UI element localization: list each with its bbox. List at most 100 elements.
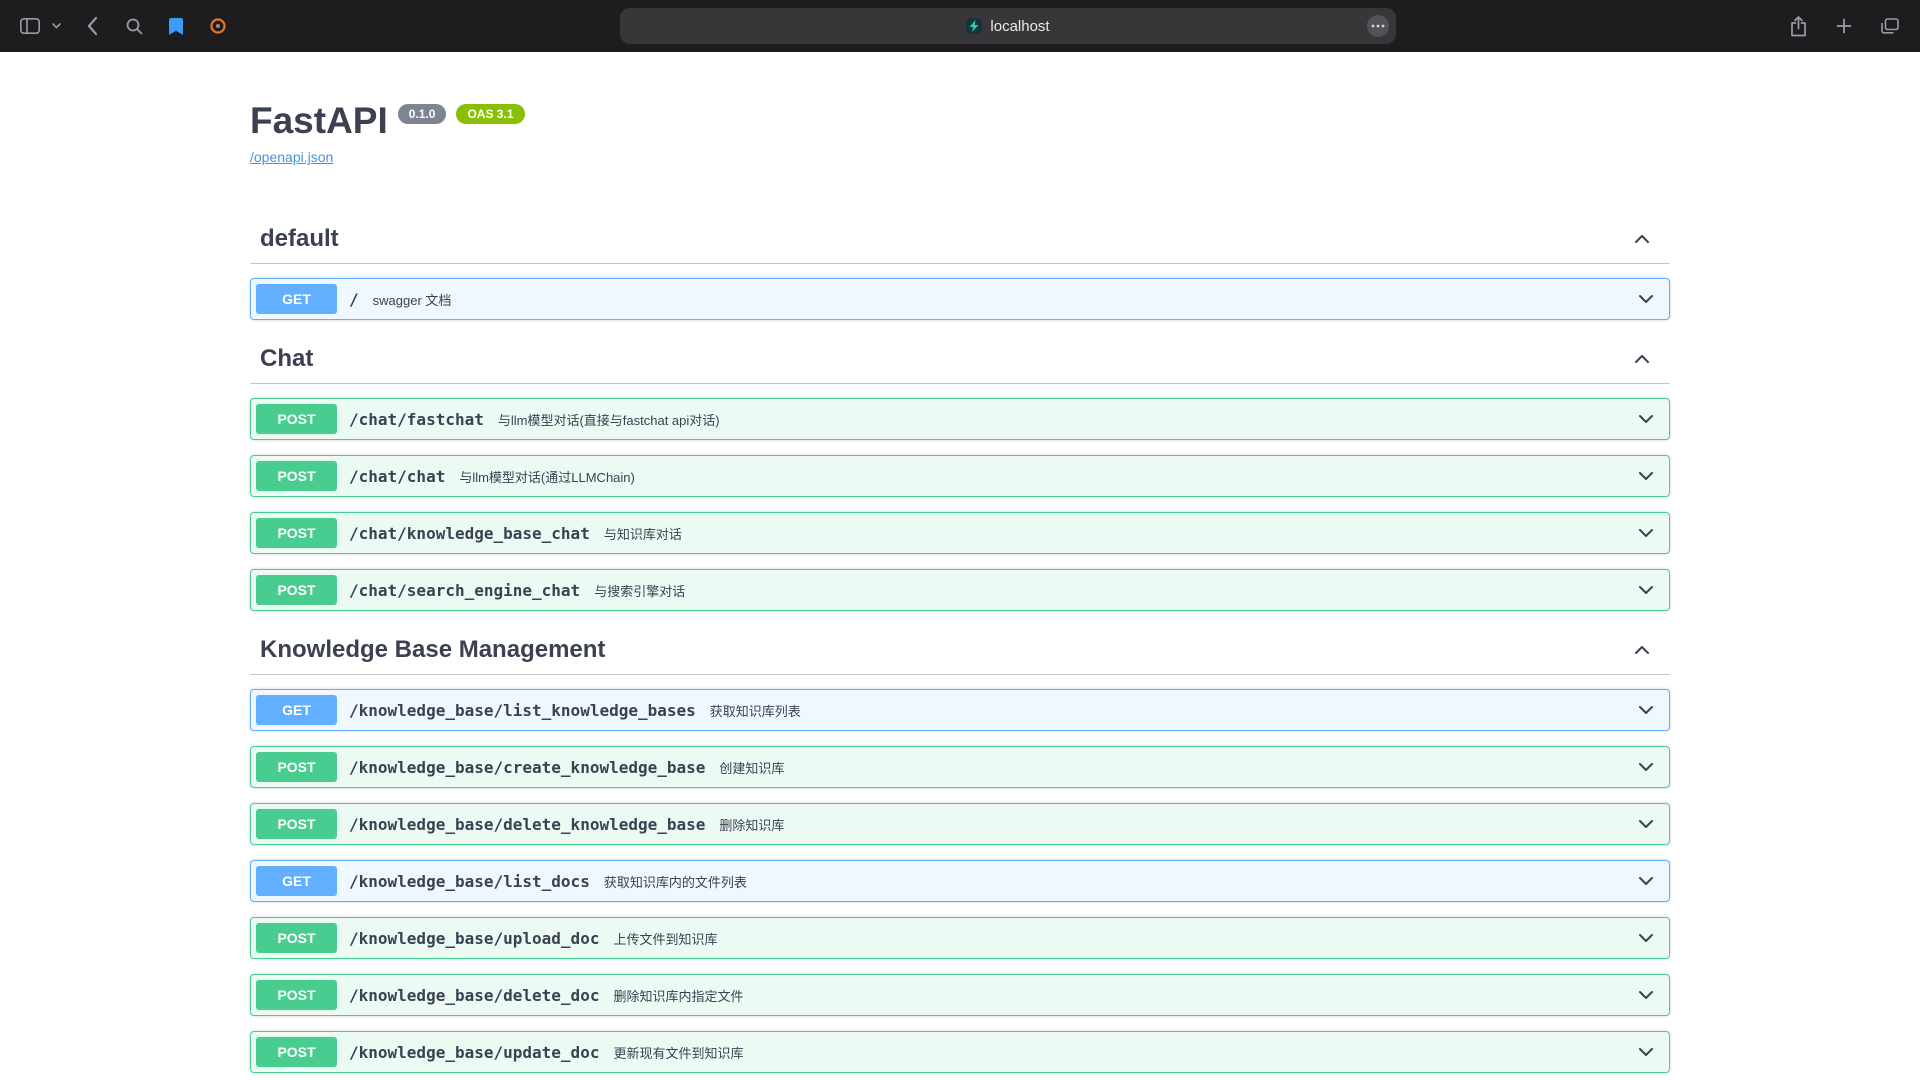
operation-description: 更新现有文件到知识库: [613, 1043, 1638, 1062]
operation-description: 与知识库对话: [604, 524, 1638, 543]
expand-operation-button[interactable]: [1638, 528, 1654, 538]
operation-row[interactable]: POST /knowledge_base/delete_knowledge_ba…: [250, 803, 1670, 845]
operation-description: 获取知识库内的文件列表: [604, 872, 1638, 891]
chevron-up-icon: [1634, 645, 1650, 655]
address-bar[interactable]: localhost: [620, 8, 1396, 44]
operation-path: /knowledge_base/delete_doc: [349, 986, 599, 1005]
section-operations: GET / swagger 文档: [250, 278, 1670, 320]
expand-operation-button[interactable]: [1638, 705, 1654, 715]
operation-path: /knowledge_base/create_knowledge_base: [349, 758, 705, 777]
sidebar-menu-button[interactable]: [48, 11, 64, 41]
operation-row[interactable]: POST /chat/fastchat 与llm模型对话(直接与fastchat…: [250, 398, 1670, 440]
operation-row[interactable]: GET /knowledge_base/list_knowledge_bases…: [250, 689, 1670, 731]
chevron-down-icon: [52, 23, 61, 29]
expand-operation-button[interactable]: [1638, 585, 1654, 595]
operation-description: 获取知识库列表: [710, 701, 1638, 720]
expand-operation-button[interactable]: [1638, 414, 1654, 424]
section-operations: GET /knowledge_base/list_knowledge_bases…: [250, 689, 1670, 1080]
expand-operation-button[interactable]: [1638, 933, 1654, 943]
operation-path: /chat/fastchat: [349, 410, 484, 429]
sidebar-toggle-button[interactable]: [16, 11, 44, 41]
share-icon: [1790, 16, 1807, 37]
chevron-down-icon: [1638, 414, 1654, 424]
address-bar-content: localhost: [966, 18, 1049, 35]
operation-row[interactable]: POST /chat/search_engine_chat 与搜索引擎对话: [250, 569, 1670, 611]
toolbar-right: [1784, 11, 1904, 41]
operation-row[interactable]: POST /knowledge_base/delete_doc 删除知识库内指定…: [250, 974, 1670, 1016]
operation-path: /knowledge_base/delete_knowledge_base: [349, 815, 705, 834]
chevron-down-icon: [1638, 819, 1654, 829]
expand-operation-button[interactable]: [1638, 294, 1654, 304]
back-arrow-icon: [86, 16, 98, 36]
expand-operation-button[interactable]: [1638, 990, 1654, 1000]
section-default: default GET / swagger 文档: [250, 215, 1670, 320]
toolbar-center: localhost: [232, 8, 1784, 44]
operation-row[interactable]: GET / swagger 文档: [250, 278, 1670, 320]
back-button[interactable]: [78, 11, 106, 41]
method-badge: GET: [256, 695, 337, 725]
search-icon: [126, 18, 143, 35]
section-title: default: [260, 225, 339, 253]
chevron-down-icon: [1638, 1047, 1654, 1057]
expand-operation-button[interactable]: [1638, 876, 1654, 886]
expand-operation-button[interactable]: [1638, 762, 1654, 772]
operation-path: /knowledge_base/list_knowledge_bases: [349, 701, 696, 720]
chevron-down-icon: [1638, 933, 1654, 943]
operation-description: 上传文件到知识库: [613, 929, 1638, 948]
section-title: Knowledge Base Management: [260, 636, 605, 664]
operation-row[interactable]: POST /knowledge_base/update_doc 更新现有文件到知…: [250, 1031, 1670, 1073]
page-more-options-button[interactable]: [1367, 15, 1389, 37]
operation-description: 与llm模型对话(通过LLMChain): [459, 467, 1638, 486]
bookmark-extension-button[interactable]: [162, 11, 190, 41]
chevron-up-icon: [1634, 234, 1650, 244]
operation-path: /chat/chat: [349, 467, 445, 486]
operation-row[interactable]: POST /knowledge_base/create_knowledge_ba…: [250, 746, 1670, 788]
operation-path: /knowledge_base/update_doc: [349, 1043, 599, 1062]
section-header[interactable]: Chat: [250, 335, 1670, 384]
api-info: FastAPI 0.1.0 OAS 3.1 /openapi.json: [250, 100, 1670, 167]
operation-row[interactable]: POST /chat/chat 与llm模型对话(通过LLMChain): [250, 455, 1670, 497]
collapse-section-button[interactable]: [1634, 645, 1650, 655]
operation-row[interactable]: POST /chat/knowledge_base_chat 与知识库对话: [250, 512, 1670, 554]
operation-path: /knowledge_base/list_docs: [349, 872, 590, 891]
new-tab-button[interactable]: [1830, 11, 1858, 41]
tab-overview-button[interactable]: [1876, 11, 1904, 41]
operation-row[interactable]: POST /knowledge_base/upload_doc 上传文件到知识库: [250, 917, 1670, 959]
operation-description: 删除知识库: [719, 815, 1638, 834]
section-header[interactable]: default: [250, 215, 1670, 264]
method-badge: POST: [256, 518, 337, 548]
operation-row[interactable]: GET /knowledge_base/list_docs 获取知识库内的文件列…: [250, 860, 1670, 902]
operation-description: swagger 文档: [373, 290, 1638, 309]
share-button[interactable]: [1784, 11, 1812, 41]
method-badge: POST: [256, 461, 337, 491]
chevron-down-icon: [1638, 585, 1654, 595]
operation-description: 与搜索引擎对话: [594, 581, 1638, 600]
expand-operation-button[interactable]: [1638, 819, 1654, 829]
sidebar-controls: [16, 11, 64, 41]
method-badge: GET: [256, 866, 337, 896]
chevron-down-icon: [1638, 876, 1654, 886]
openapi-link[interactable]: /openapi.json: [250, 149, 333, 165]
collapse-section-button[interactable]: [1634, 234, 1650, 244]
target-extension-button[interactable]: [204, 11, 232, 41]
operation-description: 删除知识库内指定文件: [613, 986, 1638, 1005]
oas-badge: OAS 3.1: [456, 104, 524, 124]
ellipsis-icon: [1371, 24, 1385, 28]
section-header[interactable]: Knowledge Base Management: [250, 626, 1670, 675]
method-badge: GET: [256, 284, 337, 314]
chevron-down-icon: [1638, 528, 1654, 538]
collapse-section-button[interactable]: [1634, 354, 1650, 364]
target-icon: [210, 18, 226, 34]
api-title-text: FastAPI: [250, 100, 388, 142]
browser-toolbar: localhost: [0, 0, 1920, 52]
chevron-up-icon: [1634, 354, 1650, 364]
search-button[interactable]: [120, 11, 148, 41]
bookmark-icon: [169, 18, 183, 35]
operation-path: /knowledge_base/upload_doc: [349, 929, 599, 948]
browser-viewport: FastAPI 0.1.0 OAS 3.1 /openapi.json defa…: [0, 52, 1920, 1080]
sidebar-icon: [20, 18, 40, 34]
page-title: FastAPI 0.1.0 OAS 3.1: [250, 100, 1670, 142]
expand-operation-button[interactable]: [1638, 1047, 1654, 1057]
section-chat: Chat POST /chat/fastchat 与llm模型对话(直接与fas…: [250, 335, 1670, 611]
expand-operation-button[interactable]: [1638, 471, 1654, 481]
